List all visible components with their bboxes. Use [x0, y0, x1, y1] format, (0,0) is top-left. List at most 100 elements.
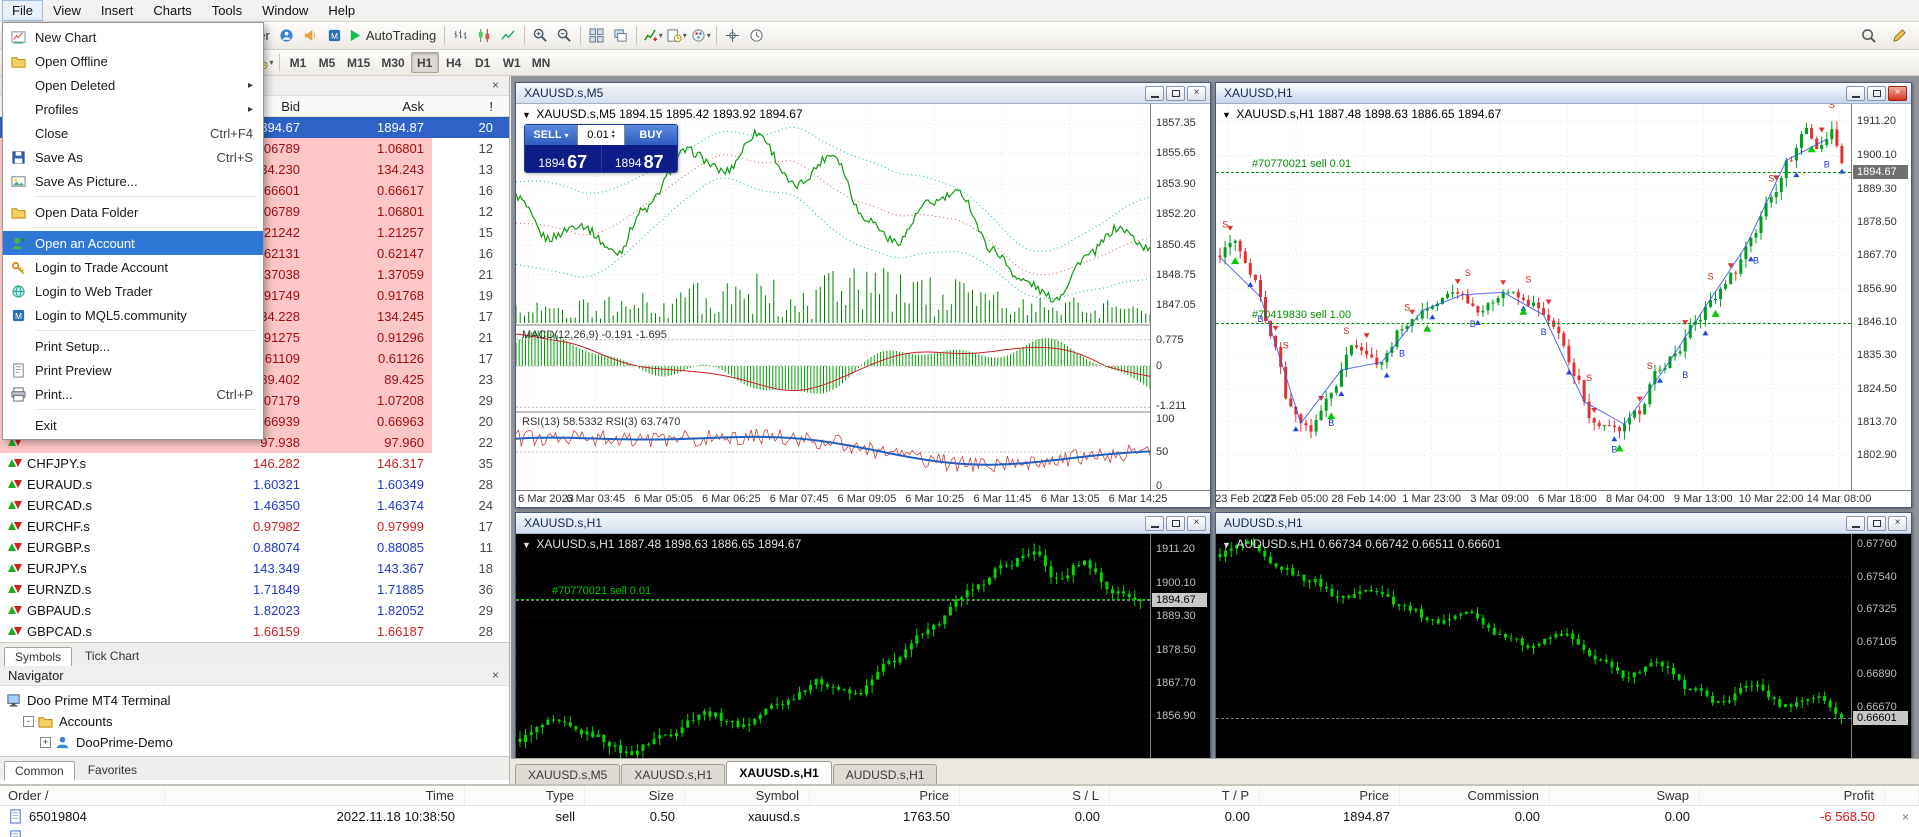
chart-tab-xauusd-s-m5-0[interactable]: XAUUSD.s,M5	[515, 764, 620, 784]
candlestick-chart-button[interactable]	[473, 24, 496, 47]
market-watch-row[interactable]: GBPAUD.s1.820231.8205229	[0, 600, 509, 621]
menu-item-login-to-trade-account[interactable]: Login to Trade Account	[3, 255, 263, 279]
time-axis[interactable]: 23 Feb 202327 Feb 05:0028 Feb 14:001 Mar…	[1216, 490, 1911, 506]
column-spread[interactable]: !	[432, 96, 509, 116]
dropdown-arrow-icon[interactable]: ▾	[707, 31, 711, 40]
menubar-item-insert[interactable]: Insert	[91, 0, 144, 21]
buy-button[interactable]: BUY	[625, 125, 677, 145]
price-axis[interactable]: 1911.201900.101889.301878.501867.701856.…	[1150, 534, 1210, 783]
menu-item-print[interactable]: Print...Ctrl+P	[3, 382, 263, 406]
tab-favorites[interactable]: Favorites	[77, 760, 148, 780]
market-watch-row[interactable]: EURGBP.s0.880740.8808511	[0, 537, 509, 558]
sell-options-arrow-icon[interactable]: ▾	[565, 131, 569, 140]
market-watch-row[interactable]: EURAUD.s1.603211.6034928	[0, 474, 509, 495]
menubar-item-file[interactable]: File	[2, 0, 43, 21]
periods-list-button[interactable]: ▾	[665, 24, 688, 47]
zoom-in-button[interactable]	[529, 24, 552, 47]
chart-restore-button[interactable]	[1166, 86, 1185, 101]
timeframe-m1-button[interactable]: M1	[284, 52, 312, 73]
chart-minimize-button[interactable]	[1846, 516, 1865, 531]
navigator-close-icon[interactable]: ×	[488, 668, 503, 683]
templates-button[interactable]: ▾	[689, 24, 712, 47]
chart-restore-button[interactable]	[1867, 516, 1886, 531]
chart-tab-xauusd-s-h1-1[interactable]: XAUUSD.s,H1	[621, 764, 725, 784]
timeframe-mn-button[interactable]: MN	[527, 52, 556, 73]
menu-item-open-data-folder[interactable]: Open Data Folder	[3, 200, 263, 224]
clock-button[interactable]	[745, 24, 768, 47]
chart-title-bar[interactable]: AUDUSD.s,H1×	[1216, 513, 1911, 534]
timeframe-d1-button[interactable]: D1	[469, 52, 497, 73]
chart-restore-button[interactable]	[1166, 516, 1185, 531]
chart-minimize-button[interactable]	[1145, 516, 1164, 531]
chart-tab-xauusd-s-h1-2[interactable]: XAUUSD.s,H1	[726, 761, 831, 784]
one-click-collapse-icon[interactable]: ▼	[1222, 110, 1233, 120]
lot-size-field[interactable]: 0.01▴▾	[577, 125, 625, 145]
line-chart-button[interactable]	[497, 24, 520, 47]
one-click-collapse-icon[interactable]: ▼	[522, 110, 533, 120]
mql5-community-button[interactable]: M	[323, 24, 346, 47]
indicators-list-button[interactable]: ▾	[641, 24, 664, 47]
price-axis[interactable]: 1857.351855.651853.901852.201850.451848.…	[1150, 104, 1210, 491]
chart-plot[interactable]: ▼ AUDUSD.s,H1 0.66734 0.66742 0.66511 0.…	[1216, 534, 1851, 783]
chart-title-bar[interactable]: XAUUSD,H1×	[1216, 83, 1911, 104]
tree-item-doo-prime-mt4-terminal[interactable]: Doo Prime MT4 Terminal	[0, 690, 509, 711]
menu-item-open-offline[interactable]: Open Offline	[3, 49, 263, 73]
expand-box-icon[interactable]: +	[40, 737, 51, 748]
menu-item-profiles[interactable]: Profiles▸	[3, 97, 263, 121]
price-axis[interactable]: 0.677600.675400.673250.671050.668900.666…	[1851, 534, 1911, 783]
price-axis[interactable]: 1911.201900.101889.301878.501867.701856.…	[1851, 104, 1911, 491]
chart-close-button[interactable]: ×	[1187, 86, 1206, 101]
menu-item-exit[interactable]: Exit	[3, 413, 263, 437]
tab-tick-chart[interactable]: Tick Chart	[74, 646, 150, 666]
terminal-column-swap[interactable]: Swap	[1550, 786, 1700, 805]
chart-title-bar[interactable]: XAUUSD.s,H1×	[516, 513, 1210, 534]
chart-restore-button[interactable]	[1867, 86, 1886, 101]
dropdown-arrow-icon[interactable]: ▾	[683, 31, 687, 40]
one-click-trading-panel[interactable]: SELL▾0.01▴▾BUY189467189487	[524, 124, 678, 173]
market-watch-row[interactable]: EURCHF.s0.979820.9799917	[0, 516, 509, 537]
chart-plot[interactable]: ▼ XAUUSD.s,M5 1894.15 1895.42 1893.92 18…	[516, 104, 1150, 491]
tab-common[interactable]: Common	[4, 761, 75, 781]
dropdown-arrow-icon[interactable]: ▾	[269, 58, 273, 67]
menu-item-print-preview[interactable]: Print Preview	[3, 358, 263, 382]
one-click-collapse-icon[interactable]: ▼	[522, 540, 533, 550]
menu-item-new-chart[interactable]: New Chart	[3, 25, 263, 49]
market-watch-close-icon[interactable]: ×	[488, 78, 503, 93]
sell-button[interactable]: SELL▾	[525, 125, 577, 145]
chart-tab-audusd-s-h1-3[interactable]: AUDUSD.s,H1	[833, 764, 938, 784]
tree-item-accounts[interactable]: -Accounts	[0, 711, 509, 732]
chart-minimize-button[interactable]	[1846, 86, 1865, 101]
news-button[interactable]	[299, 24, 322, 47]
menu-item-save-as-picture[interactable]: Save As Picture...	[3, 169, 263, 193]
bar-chart-button[interactable]	[449, 24, 472, 47]
one-click-collapse-icon[interactable]: ▼	[1222, 540, 1233, 550]
time-axis[interactable]: 6 Mar 20236 Mar 03:456 Mar 05:056 Mar 06…	[516, 490, 1210, 506]
menu-item-login-to-web-trader[interactable]: Login to Web Trader	[3, 279, 263, 303]
chart-close-button[interactable]: ×	[1888, 86, 1907, 101]
terminal-column-size[interactable]: Size	[585, 786, 685, 805]
menu-item-open-deleted[interactable]: Open Deleted▸	[3, 73, 263, 97]
autotrading-button[interactable]: AutoTrading	[347, 24, 440, 47]
order-row[interactable]: 650198042022.11.18 10:38:50sell0.50xauus…	[0, 806, 1919, 827]
terminal-column-profit[interactable]: Profit	[1700, 786, 1885, 805]
chart-close-button[interactable]: ×	[1888, 516, 1907, 531]
quick-edit-button[interactable]	[1888, 24, 1911, 47]
web-terminal-button[interactable]	[275, 24, 298, 47]
terminal-column-commission[interactable]: Commission	[1400, 786, 1550, 805]
terminal-column-t-p[interactable]: T / P	[1110, 786, 1260, 805]
market-watch-row[interactable]: EURNZD.s1.718491.7188536	[0, 579, 509, 600]
market-watch-row[interactable]: CHFJPY.s146.282146.31735	[0, 453, 509, 474]
chart-plot[interactable]: ▼ XAUUSD.s,H1 1887.48 1898.63 1886.65 18…	[1216, 104, 1851, 491]
menubar-item-help[interactable]: Help	[318, 0, 365, 21]
zoom-out-button[interactable]	[553, 24, 576, 47]
menu-item-login-to-mql5-community[interactable]: MLogin to MQL5.community	[3, 303, 263, 327]
cascade-windows-button[interactable]	[609, 24, 632, 47]
tile-windows-button[interactable]	[585, 24, 608, 47]
chart-close-button[interactable]: ×	[1187, 516, 1206, 531]
chart-minimize-button[interactable]	[1145, 86, 1164, 101]
menubar-item-window[interactable]: Window	[252, 0, 318, 21]
tree-item-dooprime-demo[interactable]: +DooPrime-Demo	[0, 732, 509, 753]
menu-item-close[interactable]: CloseCtrl+F4	[3, 121, 263, 145]
terminal-column-type[interactable]: Type	[465, 786, 585, 805]
menu-item-print-setup[interactable]: Print Setup...	[3, 334, 263, 358]
